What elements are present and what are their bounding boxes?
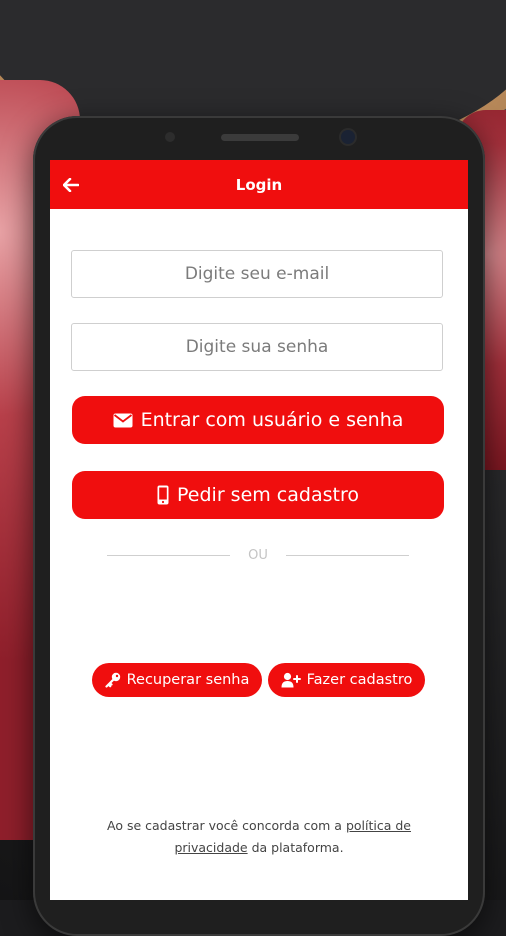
key-icon — [104, 672, 120, 688]
earpiece-speaker — [221, 134, 299, 141]
order-without-signup-button[interactable]: Pedir sem cadastro — [72, 471, 444, 519]
register-button[interactable]: Fazer cadastro — [268, 663, 425, 697]
login-button-label: Entrar com usuário e senha — [140, 409, 404, 431]
register-label: Fazer cadastro — [306, 672, 413, 688]
divider-text: OU — [248, 547, 268, 563]
order-without-signup-label: Pedir sem cadastro — [177, 484, 359, 506]
recover-password-button[interactable]: Recuperar senha — [92, 663, 262, 697]
app-bar: Login — [50, 160, 468, 209]
privacy-notice: Ao se cadastrar você concorda com a polí… — [90, 815, 428, 859]
envelope-icon — [113, 413, 133, 427]
divider-line-right — [286, 554, 409, 556]
mobile-phone-icon — [157, 485, 169, 505]
user-plus-icon — [281, 672, 301, 688]
privacy-notice-prefix: Ao se cadastrar você concorda com a — [107, 818, 346, 833]
page-title: Login — [235, 176, 283, 194]
login-button[interactable]: Entrar com usuário e senha — [72, 396, 444, 444]
sensor — [165, 132, 175, 142]
or-divider: OU — [107, 546, 409, 564]
privacy-notice-suffix: da plataforma. — [247, 840, 344, 855]
front-camera — [341, 130, 355, 144]
app-screen: Login Entrar com usuário e senha Pedir s… — [50, 160, 468, 900]
password-field[interactable] — [71, 323, 443, 371]
divider-line-left — [107, 554, 230, 556]
email-field[interactable] — [71, 250, 443, 298]
recover-password-label: Recuperar senha — [126, 672, 250, 688]
